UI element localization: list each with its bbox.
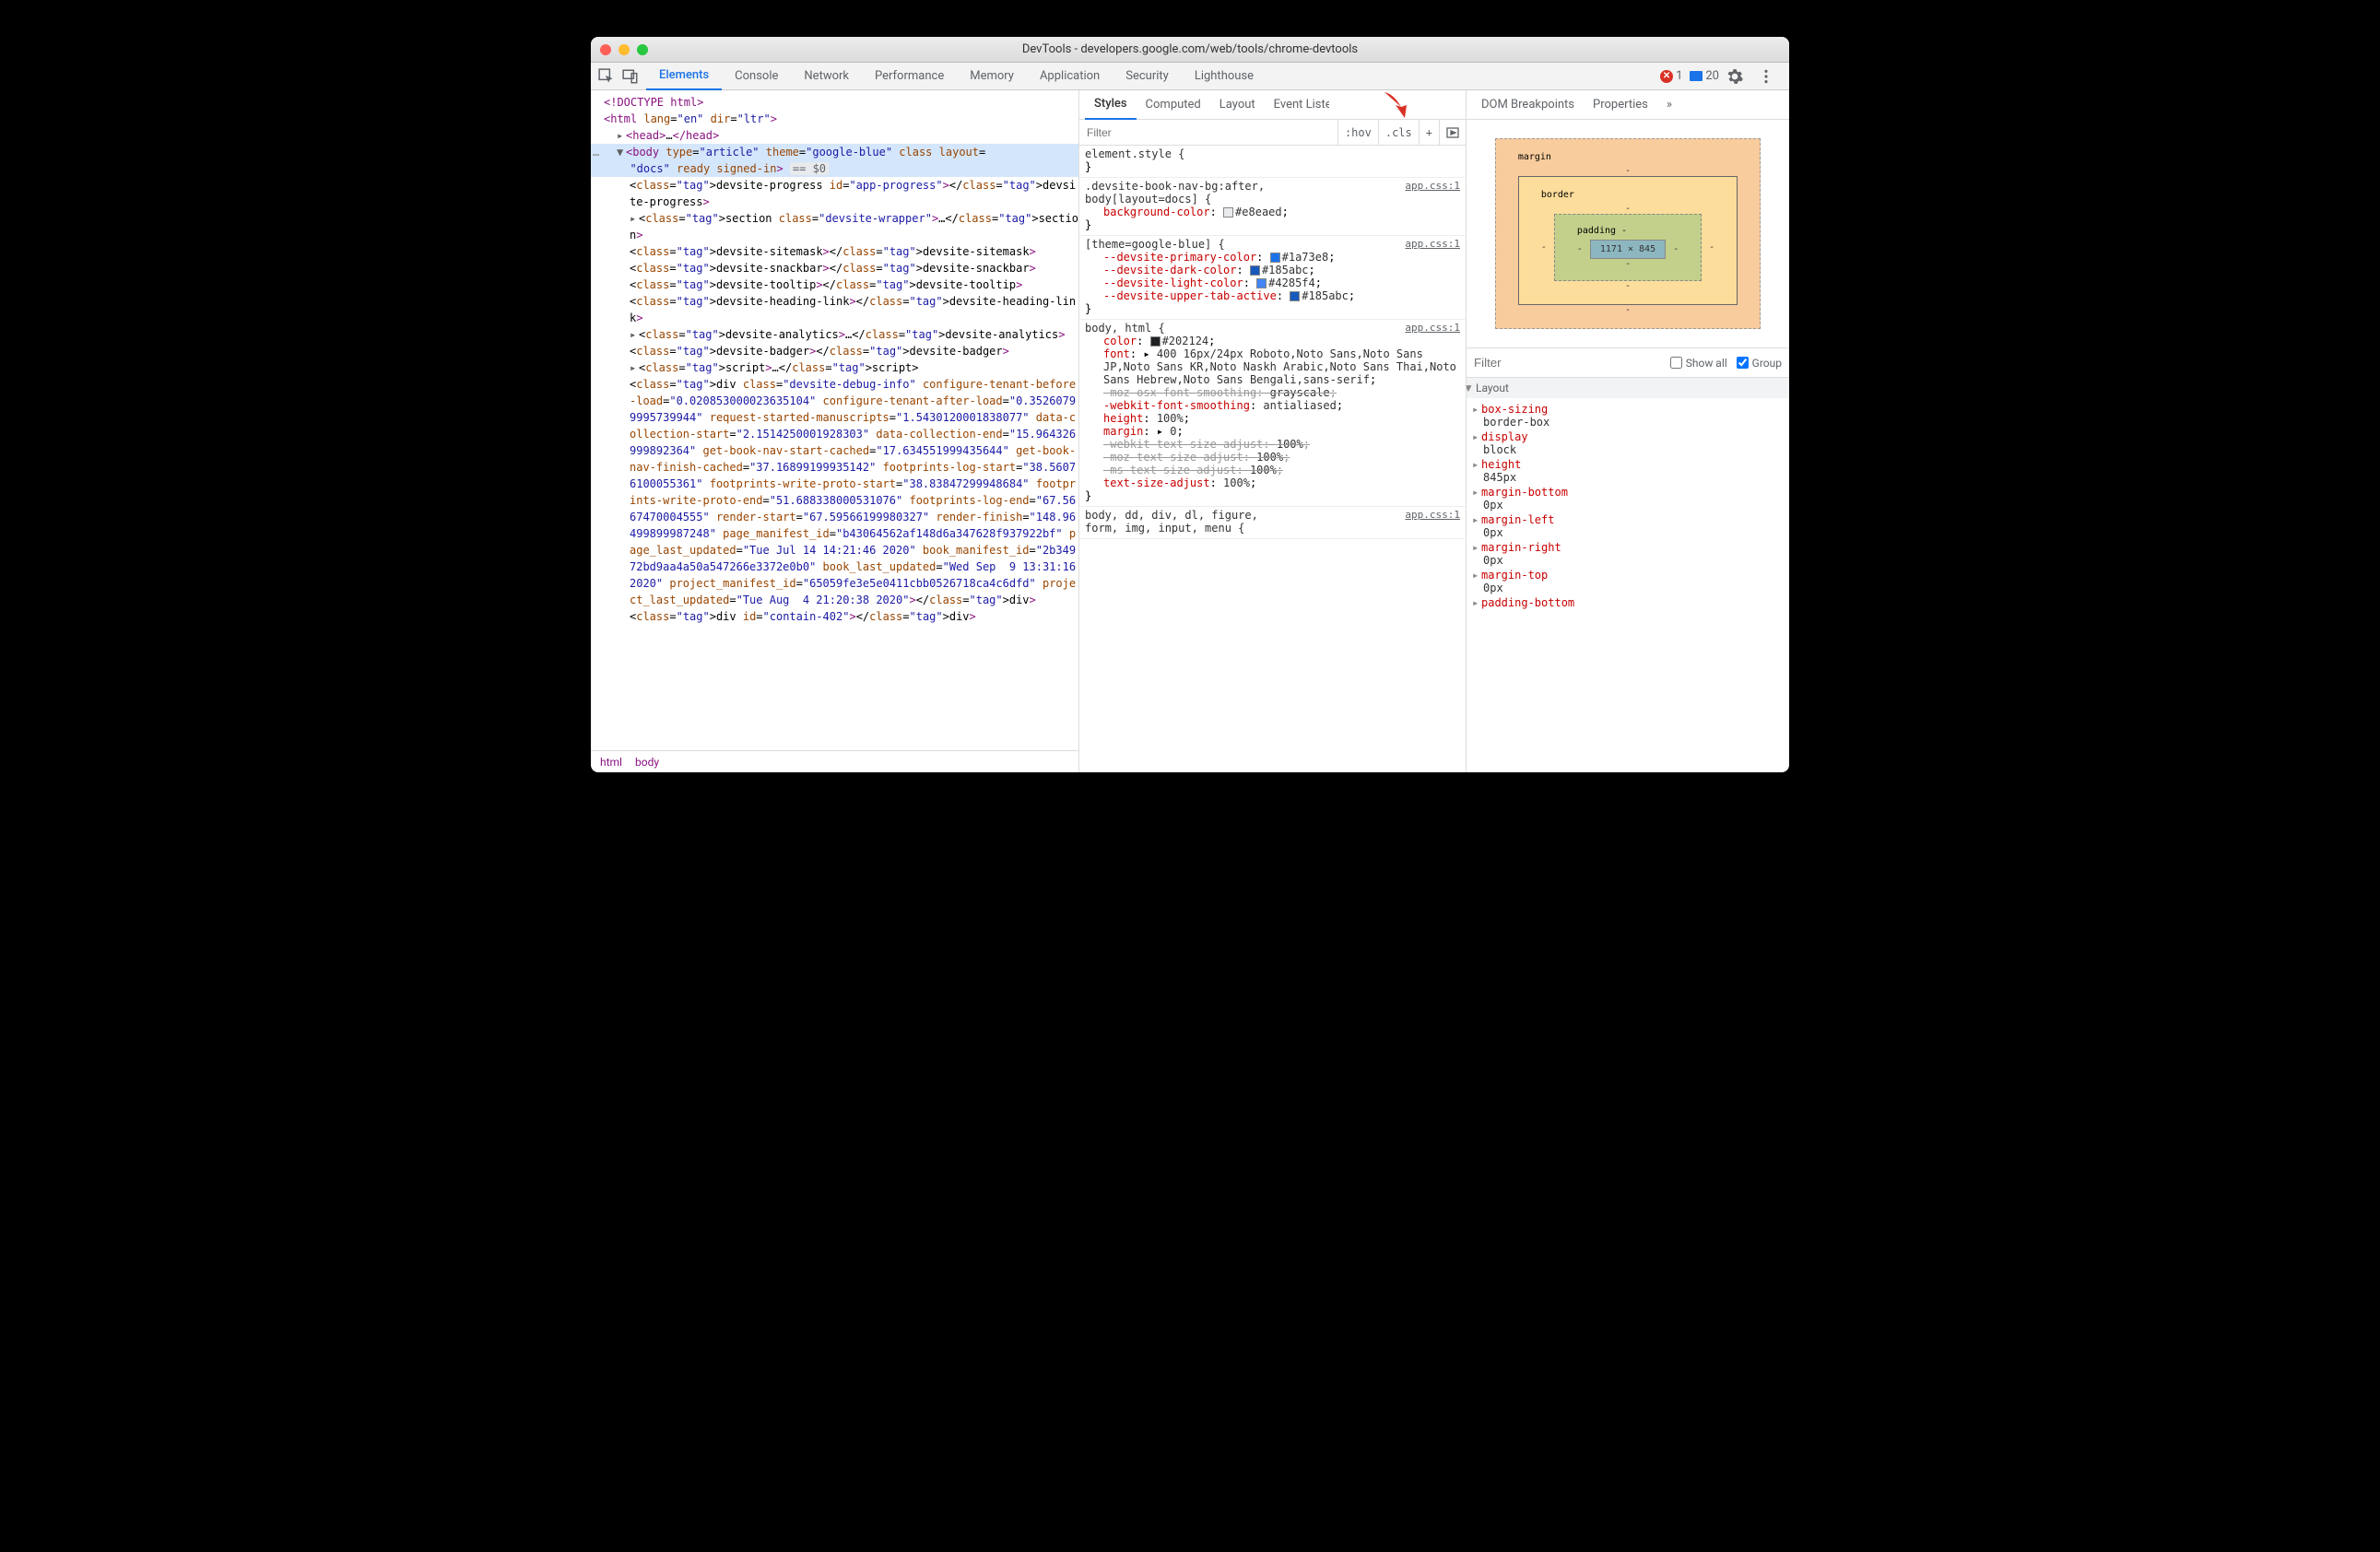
- source-link[interactable]: app.css:1: [1405, 509, 1460, 535]
- subtab-properties[interactable]: Properties: [1584, 90, 1657, 120]
- computed-prop[interactable]: ▸margin-bottom0px: [1467, 485, 1789, 512]
- subtab-dom-breakpoints[interactable]: DOM Breakpoints: [1472, 90, 1584, 120]
- more-subtabs-icon[interactable]: »: [1657, 90, 1681, 120]
- computed-prop[interactable]: ▸margin-left0px: [1467, 512, 1789, 540]
- dom-node[interactable]: ▸<head>…</head>: [591, 127, 1078, 144]
- style-rule[interactable]: body, dd, div, dl, figure,form, img, inp…: [1079, 507, 1466, 539]
- bm-margin-label: margin: [1518, 152, 1738, 162]
- computed-panel: DOM BreakpointsProperties» margin - bord…: [1467, 90, 1789, 772]
- dom-breadcrumb[interactable]: html body: [591, 750, 1078, 772]
- styles-toolbar: :hov .cls +: [1079, 120, 1466, 146]
- computed-properties-list[interactable]: ▸box-sizingborder-box▸displayblock▸heigh…: [1467, 398, 1789, 772]
- dom-node[interactable]: "docs" ready signed-in> == $0: [591, 160, 1078, 177]
- subtab-computed[interactable]: Computed: [1137, 90, 1210, 120]
- annotation-arrow-icon: [1377, 87, 1414, 123]
- error-count[interactable]: ✕1: [1660, 69, 1682, 83]
- dom-node[interactable]: <class="tag">div class="devsite-debug-in…: [591, 376, 1078, 608]
- dom-node[interactable]: <class="tag">devsite-tooltip></class="ta…: [591, 276, 1078, 293]
- styles-filter-input[interactable]: [1079, 120, 1337, 145]
- bm-border-label: border: [1541, 190, 1714, 200]
- layout-section-header[interactable]: ▼Layout: [1467, 378, 1789, 398]
- message-count[interactable]: 20: [1690, 69, 1719, 83]
- dom-node[interactable]: ▸<class="tag">section class="devsite-wra…: [591, 210, 1078, 243]
- hov-toggle[interactable]: :hov: [1337, 120, 1378, 145]
- dom-tree[interactable]: <!DOCTYPE html><html lang="en" dir="ltr"…: [591, 90, 1078, 750]
- main-tabs: ElementsConsoleNetworkPerformanceMemoryA…: [646, 63, 1660, 90]
- dom-node[interactable]: <class="tag">devsite-progress id="app-pr…: [591, 177, 1078, 210]
- styles-panel: StylesComputedLayoutEvent Listeners :hov…: [1079, 90, 1467, 772]
- group-checkbox[interactable]: Group: [1737, 357, 1782, 370]
- dom-node[interactable]: <class="tag">devsite-sitemask></class="t…: [591, 243, 1078, 260]
- bm-content-size: 1171 × 845: [1590, 240, 1666, 259]
- tab-lighthouse[interactable]: Lighthouse: [1182, 63, 1267, 90]
- dom-node[interactable]: ▸<class="tag">devsite-analytics>…</class…: [591, 326, 1078, 343]
- settings-gear-icon[interactable]: [1726, 68, 1743, 85]
- dom-node[interactable]: <class="tag">devsite-snackbar></class="t…: [591, 260, 1078, 276]
- computed-subtabs: DOM BreakpointsProperties»: [1467, 90, 1789, 120]
- source-link[interactable]: app.css:1: [1405, 322, 1460, 335]
- computed-filter-bar: Show all Group: [1467, 348, 1789, 378]
- style-rule[interactable]: body, html {app.css:1color: #202124;font…: [1079, 320, 1466, 507]
- traffic-lights: [600, 44, 648, 55]
- main-content: <!DOCTYPE html><html lang="en" dir="ltr"…: [591, 90, 1789, 772]
- new-style-rule-button[interactable]: +: [1419, 120, 1439, 145]
- box-model[interactable]: margin - border - - padding - -: [1467, 120, 1789, 348]
- subtab-event-listeners[interactable]: Event Listeners: [1265, 90, 1329, 120]
- computed-prop[interactable]: ▸margin-top0px: [1467, 568, 1789, 595]
- minimize-window-button[interactable]: [619, 44, 630, 55]
- tab-security[interactable]: Security: [1113, 63, 1182, 90]
- tab-elements[interactable]: Elements: [646, 63, 722, 90]
- close-window-button[interactable]: [600, 44, 611, 55]
- toolbar-right: ✕1 20: [1660, 68, 1782, 85]
- toggle-device-icon[interactable]: [1439, 120, 1466, 145]
- subtab-layout[interactable]: Layout: [1210, 90, 1265, 120]
- maximize-window-button[interactable]: [637, 44, 648, 55]
- dom-node[interactable]: <class="tag">div id="contain-402"></clas…: [591, 608, 1078, 625]
- dom-node[interactable]: <class="tag">devsite-heading-link></clas…: [591, 293, 1078, 326]
- dom-node[interactable]: <html lang="en" dir="ltr">: [591, 111, 1078, 127]
- styles-rules-list[interactable]: element.style {}.devsite-book-nav-bg:aft…: [1079, 146, 1466, 772]
- more-menu-icon[interactable]: [1758, 68, 1774, 85]
- computed-prop[interactable]: ▸margin-right0px: [1467, 540, 1789, 568]
- inspect-element-icon[interactable]: [598, 68, 615, 85]
- source-link[interactable]: app.css:1: [1405, 180, 1460, 206]
- cls-toggle[interactable]: .cls: [1378, 120, 1419, 145]
- computed-prop[interactable]: ▸displayblock: [1467, 429, 1789, 457]
- message-count-value: 20: [1705, 69, 1719, 83]
- dom-node[interactable]: <class="tag">devsite-badger></class="tag…: [591, 343, 1078, 359]
- style-rule[interactable]: .devsite-book-nav-bg:after,body[layout=d…: [1079, 178, 1466, 236]
- show-all-checkbox[interactable]: Show all: [1670, 357, 1727, 370]
- computed-prop[interactable]: ▸padding-bottom: [1467, 595, 1789, 610]
- computed-filter-input[interactable]: [1474, 356, 1661, 370]
- tab-network[interactable]: Network: [791, 63, 862, 90]
- dom-node[interactable]: ▸<class="tag">script>…</class="tag">scri…: [591, 359, 1078, 376]
- subtab-styles[interactable]: Styles: [1085, 90, 1137, 120]
- bm-padding-label: padding: [1577, 226, 1616, 236]
- device-toggle-icon[interactable]: [622, 68, 639, 85]
- tab-performance[interactable]: Performance: [862, 63, 957, 90]
- style-rule[interactable]: element.style {}: [1079, 146, 1466, 178]
- source-link[interactable]: app.css:1: [1405, 238, 1460, 251]
- dom-node[interactable]: <!DOCTYPE html>: [591, 94, 1078, 111]
- window-titlebar: DevTools - developers.google.com/web/too…: [591, 37, 1789, 63]
- elements-panel: <!DOCTYPE html><html lang="en" dir="ltr"…: [591, 90, 1079, 772]
- tab-application[interactable]: Application: [1027, 63, 1113, 90]
- breadcrumb-item[interactable]: html: [600, 756, 622, 769]
- main-toolbar: ElementsConsoleNetworkPerformanceMemoryA…: [591, 63, 1789, 90]
- style-rule[interactable]: [theme=google-blue] {app.css:1--devsite-…: [1079, 236, 1466, 320]
- styles-subtabs: StylesComputedLayoutEvent Listeners: [1079, 90, 1466, 120]
- dom-node[interactable]: ▼<body type="article" theme="google-blue…: [591, 144, 1078, 160]
- error-count-value: 1: [1676, 69, 1682, 83]
- tab-memory[interactable]: Memory: [957, 63, 1027, 90]
- devtools-window: DevTools - developers.google.com/web/too…: [591, 37, 1789, 772]
- computed-prop[interactable]: ▸height845px: [1467, 457, 1789, 485]
- tab-console[interactable]: Console: [722, 63, 791, 90]
- computed-prop[interactable]: ▸box-sizingborder-box: [1467, 402, 1789, 429]
- breadcrumb-item[interactable]: body: [635, 756, 659, 769]
- window-title: DevTools - developers.google.com/web/too…: [591, 42, 1789, 56]
